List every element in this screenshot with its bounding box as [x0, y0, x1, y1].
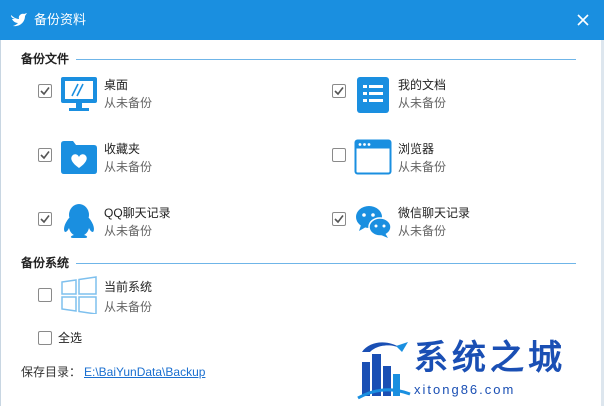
save-path-label: 保存目录： [21, 365, 82, 379]
select-all-label: 全选 [58, 331, 83, 345]
backup-item-wechat: 微信聊天记录 从未备份 [300, 202, 600, 242]
browser-window-icon [354, 139, 392, 175]
favorites-checkbox[interactable] [38, 148, 52, 162]
desktop-checkbox[interactable] [38, 84, 52, 98]
backup-item-desktop: 桌面 从未备份 [0, 76, 300, 116]
backup-item-system: 当前系统 从未备份 [0, 276, 300, 316]
section-title-files: 备份文件 [21, 52, 70, 66]
qq-icon [64, 204, 94, 238]
desktop-icon [61, 77, 97, 111]
browser-status: 从未备份 [398, 160, 447, 174]
wechat-status: 从未备份 [398, 224, 447, 238]
qq-status: 从未备份 [104, 224, 153, 238]
qq-checkbox[interactable] [38, 212, 52, 226]
wechat-checkbox[interactable] [332, 212, 346, 226]
bird-logo-icon [11, 13, 27, 27]
system-label: 当前系统 [104, 280, 153, 294]
system-status: 从未备份 [104, 300, 153, 314]
section-divider-system [76, 263, 576, 264]
system-checkbox[interactable] [38, 288, 52, 302]
documents-label: 我的文档 [398, 78, 447, 92]
close-icon[interactable] [575, 12, 591, 28]
window-title: 备份资料 [34, 12, 87, 27]
backup-item-favorites: 收藏夹 从未备份 [0, 138, 300, 178]
wechat-label: 微信聊天记录 [398, 206, 471, 220]
desktop-label: 桌面 [104, 78, 129, 92]
title-bar: 备份资料 [0, 0, 604, 40]
watermark: 系统之城 xitong86.com [356, 334, 596, 404]
favorites-label: 收藏夹 [104, 142, 141, 156]
desktop-status: 从未备份 [104, 96, 153, 110]
browser-label: 浏览器 [398, 142, 435, 156]
watermark-text: 系统之城 [414, 338, 566, 378]
favorites-folder-icon [61, 141, 97, 174]
documents-checkbox[interactable] [332, 84, 346, 98]
wechat-icon [356, 206, 392, 238]
favorites-status: 从未备份 [104, 160, 153, 174]
watermark-url: xitong86.com [414, 382, 516, 397]
windows-icon [61, 276, 97, 314]
backup-item-browser: 浏览器 从未备份 [300, 138, 600, 178]
document-icon [357, 77, 389, 113]
city-logo-icon [357, 342, 411, 400]
save-path-link[interactable]: E:\BaiYunData\Backup [84, 365, 205, 379]
browser-checkbox[interactable] [332, 148, 346, 162]
backup-item-qq: QQ聊天记录 从未备份 [0, 202, 300, 242]
section-title-system: 备份系统 [21, 256, 70, 270]
select-all-checkbox[interactable] [38, 331, 52, 345]
section-divider-files [76, 59, 576, 60]
backup-item-documents: 我的文档 从未备份 [300, 76, 600, 116]
qq-label: QQ聊天记录 [104, 206, 171, 220]
documents-status: 从未备份 [398, 96, 447, 110]
